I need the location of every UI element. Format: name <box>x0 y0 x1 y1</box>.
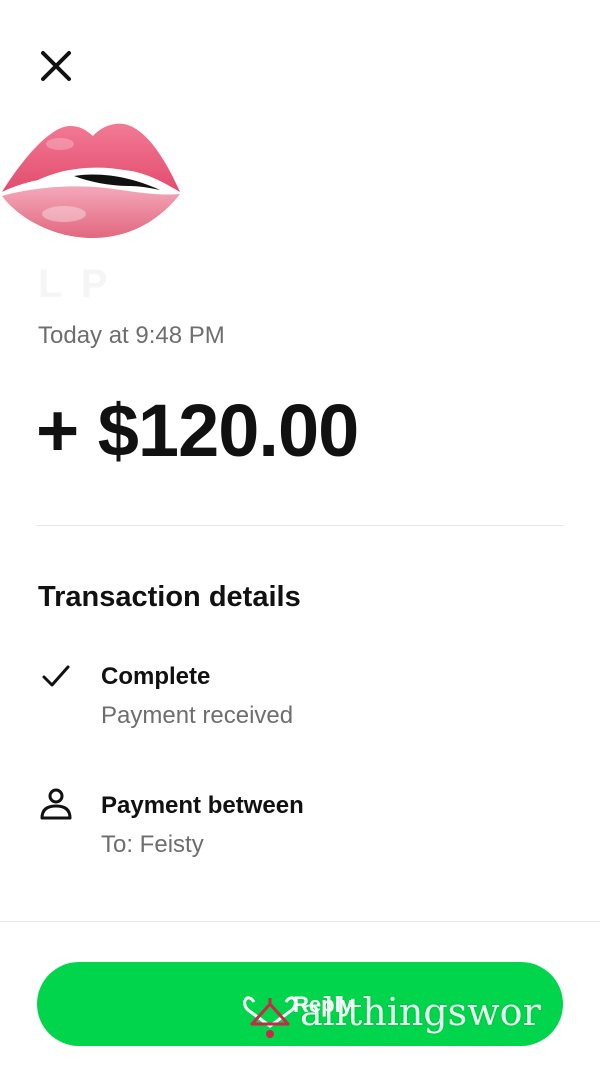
sender-name: L P <box>38 262 112 306</box>
section-title: Transaction details <box>38 581 301 613</box>
detail-subtitle-recipient: To: Feisty <box>101 831 204 858</box>
checkmark-icon <box>42 665 70 687</box>
detail-title-complete: Complete <box>101 663 211 690</box>
detail-subtitle-payment-received: Payment received <box>101 702 294 729</box>
divider <box>37 525 563 526</box>
close-icon <box>41 51 71 81</box>
transaction-amount: + $120.00 <box>36 389 359 472</box>
person-icon <box>40 788 72 820</box>
footer-divider <box>0 921 600 922</box>
close-button[interactable] <box>34 44 78 88</box>
detail-title-payment-between: Payment between <box>101 792 304 819</box>
biting-lip-emoji <box>2 123 180 238</box>
transaction-timestamp: Today at 9:48 PM <box>38 322 225 349</box>
reply-button-label: Reply <box>293 992 353 1017</box>
